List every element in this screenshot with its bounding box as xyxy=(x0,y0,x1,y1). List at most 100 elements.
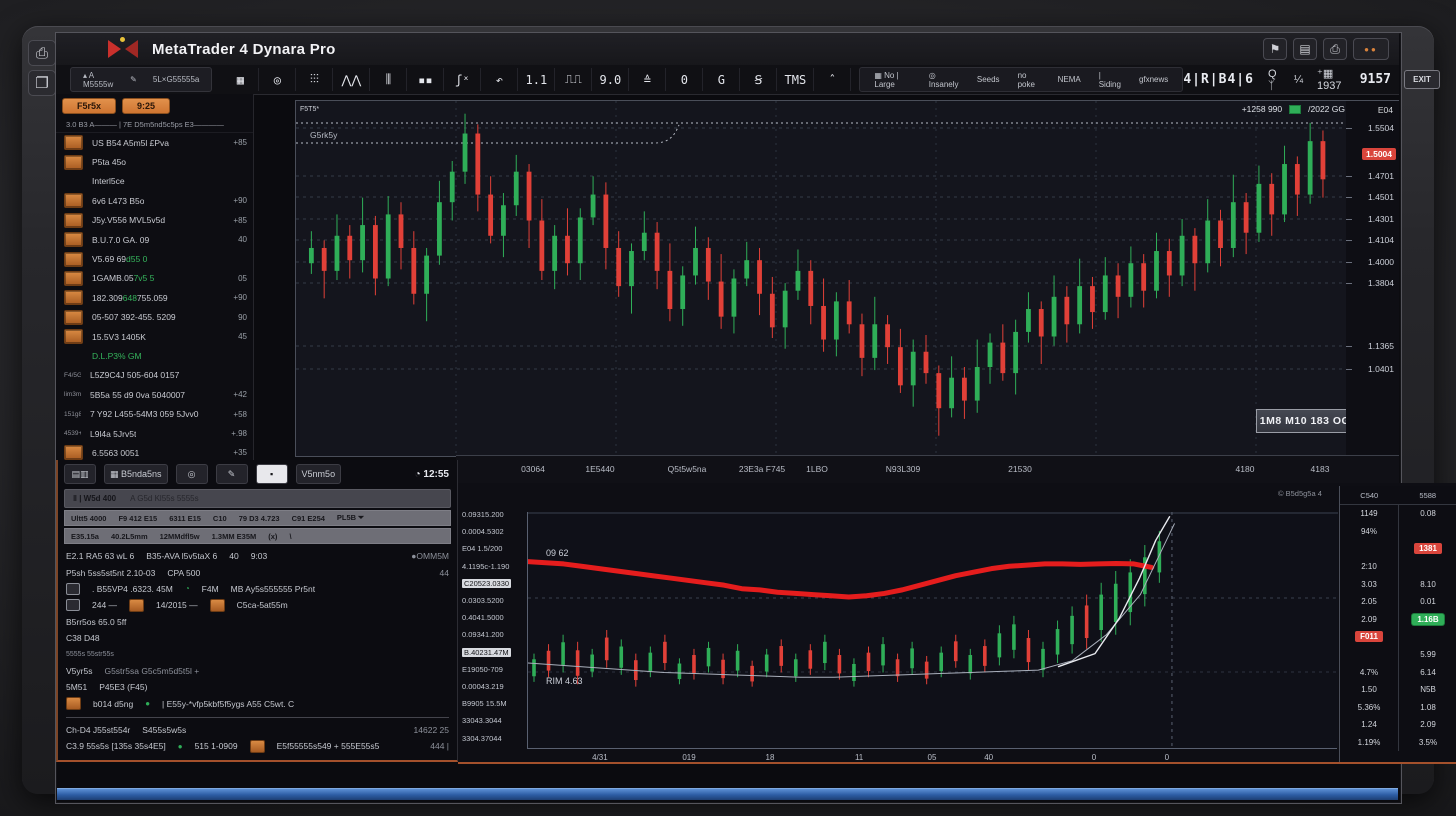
toolbar-icon-3[interactable]: ⋀⋀ xyxy=(333,68,370,91)
quote-row[interactable]: F011 xyxy=(1340,628,1456,646)
terminal-tool-0[interactable]: ▤▥ xyxy=(64,464,96,484)
terminal-row[interactable]: C3.9 55s5s [135s 35s4E5]●515 1-0909E5f55… xyxy=(66,738,449,754)
column-header-5[interactable]: C91 E254 xyxy=(292,514,325,523)
market-watch-row[interactable]: 05-507 392-455. 520990 xyxy=(56,308,253,327)
toolbar-menu-item-6[interactable]: gfxnews xyxy=(1139,75,1168,84)
terminal-row[interactable]: b014 d5ng●| E55y-*vfp5kbf5f5ygs A55 C5wt… xyxy=(66,696,449,712)
quote-row[interactable]: 1.19%3.5% xyxy=(1340,734,1456,752)
quote-row[interactable]: 1381 xyxy=(1340,540,1456,558)
terminal-row[interactable]: . B55VP4 .6323. 45M◔F4MMB Ay5s555555 Pr5… xyxy=(66,581,449,597)
market-watch-row[interactable]: P5ta 45o xyxy=(56,152,253,171)
terminal-row[interactable]: V5yr5sG5str5sa G5c5m5d5t5l + xyxy=(66,663,449,679)
terminal-column-headers[interactable]: Ultt5 4000 F9 412 E15 6311 E15 C10 79 D3 4.7… xyxy=(64,510,451,526)
terminal-tool-1[interactable]: ▦ B5nda5ns xyxy=(104,464,168,484)
toolbar-icon-10[interactable]: 9.0 xyxy=(592,68,629,91)
quote-row[interactable]: 5.36%1.08 xyxy=(1340,699,1456,717)
tab-ticks[interactable]: 9:25 xyxy=(122,98,170,114)
market-watch-row[interactable]: F4/5GL5Z9C4J 505-604 0157 xyxy=(56,366,253,385)
toolbar-left-item-0[interactable]: ▴ A M5555w xyxy=(83,71,114,89)
toolbar-icon-2[interactable]: ⫶⫶⫶ xyxy=(296,68,333,91)
column-header2-3[interactable]: 1.3MM E35M xyxy=(212,532,257,541)
market-watch-row[interactable]: 4539+L9l4a 5Jrv5t+.98 xyxy=(56,424,253,443)
toolbar-left-item-1[interactable]: ✎ xyxy=(130,75,137,84)
toolbar-menu-item-0[interactable]: ▦ No | Large xyxy=(874,71,910,89)
zoom-icon[interactable]: Q ᛉ xyxy=(1268,68,1280,92)
toolbar-icon-0[interactable]: ▦ xyxy=(222,68,259,91)
market-watch-row[interactable]: D.L.P3% GM xyxy=(56,346,253,365)
column-header2-0[interactable]: E35.15a xyxy=(71,532,99,541)
toolbar-icon-11[interactable]: ≙ xyxy=(629,68,666,91)
toolbar-icon-5[interactable]: ▪▪ xyxy=(407,68,444,91)
terminal-tool-2[interactable]: ◎ xyxy=(176,464,208,484)
quote-row[interactable]: 1.50N5B xyxy=(1340,681,1456,699)
market-watch-row[interactable]: 182.309 648 755.059+90 xyxy=(56,288,253,307)
column-header2-5[interactable]: \ xyxy=(289,532,291,541)
indicator-chart[interactable]: 09 62RIM 4.63 xyxy=(527,512,1338,748)
terminal-row[interactable]: P5sh 5ss5st5nt 2.10-03CPA 50044 xyxy=(66,564,449,580)
terminal-row[interactable]: C38 D48 xyxy=(66,630,449,646)
market-watch-row[interactable]: J5y.V556 MVL5v5d+85 xyxy=(56,211,253,230)
print-icon[interactable]: ⎙ xyxy=(1323,38,1347,60)
timeframe-box[interactable]: 1M8 M10 183 OG xyxy=(1256,409,1354,433)
terminal-tool-4[interactable]: ▪ xyxy=(256,464,288,484)
terminal-row[interactable]: 5M51P45E3 (F45) xyxy=(66,679,449,695)
indicator-x-axis[interactable]: 4/310191811054000 xyxy=(527,748,1337,767)
toolbar-icon-16[interactable]: ˆ xyxy=(814,68,851,91)
main-candlestick-chart[interactable] xyxy=(295,100,1347,457)
terminal-column-headers-2[interactable]: E35.15a40.2L5mm12MMdfl5w1.3MM E35M(x)\ xyxy=(64,528,451,544)
toolbar-menu-item-1[interactable]: ◎ Insanely xyxy=(929,71,959,89)
column-header-2[interactable]: 6311 E15 xyxy=(169,514,201,523)
toolbar-icon-4[interactable]: ⫼ xyxy=(370,68,407,91)
panel-icon[interactable]: ▤ xyxy=(1293,38,1317,60)
monitor-icon[interactable]: ❐ xyxy=(28,70,56,96)
quote-row[interactable]: 11490.08 xyxy=(1340,505,1456,523)
toolbar-icon-14[interactable]: Ꞩ xyxy=(740,68,777,91)
market-watch-row[interactable]: 6v6 L473 B5o+90 xyxy=(56,191,253,210)
column-header-0[interactable]: Ultt5 4000 xyxy=(71,514,106,523)
toolbar-icon-8[interactable]: 1.1 xyxy=(518,68,555,91)
terminal-row[interactable]: B5rr5os 65.0 5ff xyxy=(66,614,449,630)
market-watch-row[interactable]: 1GAMB.05 7v5 505 xyxy=(56,269,253,288)
toolbar-icon-6[interactable]: ʃˣ xyxy=(444,68,481,91)
toolbar-menu-item-5[interactable]: | Siding xyxy=(1099,71,1121,89)
terminal-row[interactable]: 244 —14/2015 —C5ca-5at55m xyxy=(66,597,449,613)
market-watch-row[interactable]: lim3m5B5a 55 d9 0va 5040007+42 xyxy=(56,385,253,404)
toolbar-icon-13[interactable]: G xyxy=(703,68,740,91)
toolbar-icon-15[interactable]: TMS xyxy=(777,68,814,91)
market-watch-row[interactable]: 151g87 Y92 L455-54M3 059 5Jvv0+58 xyxy=(56,404,253,423)
market-watch-row[interactable]: 15.5V3 1405K45 xyxy=(56,327,253,346)
quote-row[interactable]: 2.091.16B xyxy=(1340,611,1456,629)
column-header2-2[interactable]: 12MMdfl5w xyxy=(160,532,200,541)
quote-row[interactable]: 1.242.09 xyxy=(1340,716,1456,734)
quote-row[interactable]: 2:10 xyxy=(1340,558,1456,576)
toolbar-icon-7[interactable]: ↶ xyxy=(481,68,518,91)
close-button[interactable]: ●● xyxy=(1353,38,1389,60)
toolbar-icon-12[interactable]: 0 xyxy=(666,68,703,91)
price-axis[interactable]: E04 1.55041.50041.47011.45011.43011.4104… xyxy=(1346,100,1399,457)
toolbar-left-item-2[interactable]: 5L×G55555a xyxy=(153,75,200,84)
quote-row[interactable]: 94% xyxy=(1340,523,1456,541)
quote-row[interactable]: 3.038.10 xyxy=(1340,575,1456,593)
quote-row[interactable]: 5.99 xyxy=(1340,646,1456,664)
scale-icon[interactable]: ¼ xyxy=(1294,74,1303,86)
tab-symbols[interactable]: F5r5x xyxy=(62,98,116,114)
toolbar-icon-9[interactable]: ⎍⎍ xyxy=(555,68,592,91)
toolbar-menu-item-3[interactable]: no poke xyxy=(1018,71,1040,89)
column-header-1[interactable]: F9 412 E15 xyxy=(118,514,157,523)
quote-row[interactable]: 4.7%6.14 xyxy=(1340,663,1456,681)
terminal-tool-5[interactable]: V5nm5o xyxy=(296,464,342,484)
flag-icon[interactable]: ⚑ xyxy=(1263,38,1287,60)
column-header-3[interactable]: C10 xyxy=(213,514,227,523)
quote-row[interactable]: 2.050.01 xyxy=(1340,593,1456,611)
toolbar-menu-item-2[interactable]: Seeds xyxy=(977,75,1000,84)
column-header-6[interactable]: PL5B ⏷ xyxy=(337,513,364,523)
printer-icon[interactable]: ⎙ xyxy=(28,40,56,66)
column-header2-4[interactable]: (x) xyxy=(268,532,277,541)
terminal-tool-3[interactable]: ✎ xyxy=(216,464,248,484)
window-grid-icon[interactable]: ⁺▦ 1937 xyxy=(1317,67,1346,92)
indicator-left-axis[interactable]: 0.09315.2000.0004.5302E04 1.5/2004.1195c… xyxy=(462,510,526,750)
terminal-row[interactable]: 5555s 55str55s xyxy=(66,646,449,662)
terminal-row[interactable]: E2.1 RA5 63 wL 6B35-AVA l5v5taX 6409:03●… xyxy=(66,548,449,564)
column-header-4[interactable]: 79 D3 4.723 xyxy=(239,514,280,523)
toolbar-account-group[interactable]: ▴ A M5555w ✎ 5L×G55555a xyxy=(70,67,212,92)
